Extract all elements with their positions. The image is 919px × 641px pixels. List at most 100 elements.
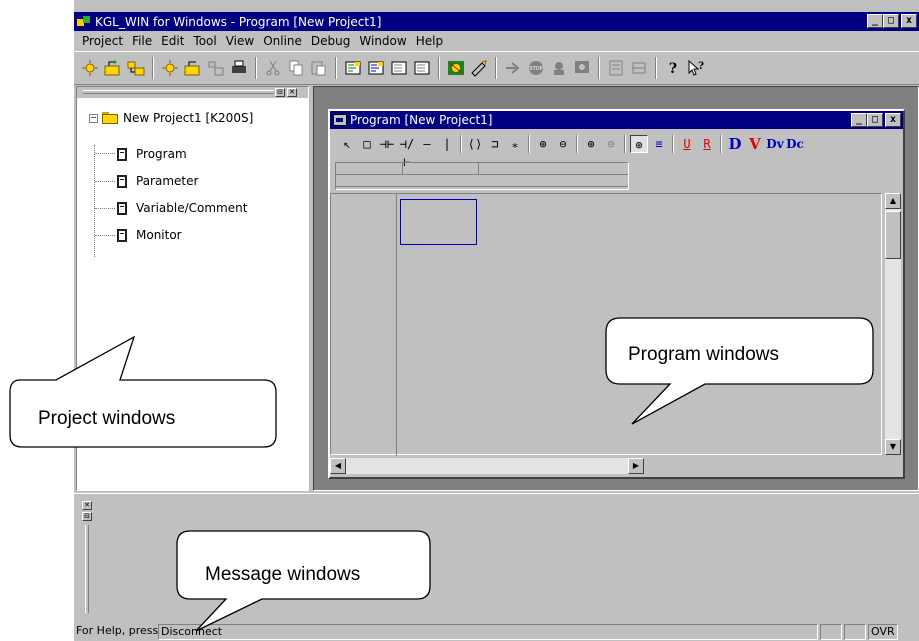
toolbar-separator (576, 135, 578, 153)
contact-no-icon[interactable]: ⊣⊢ (378, 135, 396, 153)
device-icon[interactable]: D (726, 135, 744, 153)
scroll-left-button[interactable]: ◀ (330, 458, 346, 474)
help-icon[interactable]: ? (663, 59, 683, 77)
status-indicator-empty (844, 624, 866, 640)
open-project-icon[interactable] (103, 59, 123, 77)
zoom-in-icon[interactable]: ⊕ (534, 135, 552, 153)
message-panel-grip[interactable]: ✕ ⊟ (82, 501, 94, 615)
toolbar-separator (672, 135, 674, 153)
maximize-button[interactable]: □ (883, 14, 899, 28)
open-file-icon[interactable] (183, 59, 203, 77)
connect-icon[interactable] (446, 59, 466, 77)
document-icon (117, 201, 127, 215)
tree-item-label: Variable/Comment (136, 201, 248, 215)
size-grip[interactable] (900, 624, 918, 640)
minimize-button[interactable]: _ (867, 14, 883, 28)
menu-view[interactable]: View (226, 34, 254, 48)
vertical-line-icon[interactable]: | (438, 135, 456, 153)
pause-icon[interactable] (549, 59, 569, 77)
print-icon[interactable] (229, 59, 249, 77)
toolbar-separator (655, 57, 657, 79)
device-variable-icon[interactable]: Dv (766, 135, 784, 153)
stop-icon[interactable]: STOP (526, 59, 546, 77)
ruler-row (336, 175, 628, 187)
program-close-button[interactable]: x (885, 113, 901, 127)
io-icon[interactable] (606, 59, 626, 77)
close-button[interactable]: x (901, 14, 917, 28)
make-icon[interactable] (389, 59, 409, 77)
vertical-scroll-thumb[interactable] (885, 211, 901, 259)
program-window-icon (333, 114, 347, 126)
contact-nc-icon[interactable]: ⊣/⊢ (398, 135, 416, 169)
new-project-icon[interactable] (80, 59, 100, 77)
cut-icon[interactable] (263, 59, 283, 77)
redo-icon[interactable]: R (698, 135, 716, 153)
ladder-editor-canvas[interactable] (330, 193, 882, 456)
scroll-right-button[interactable]: ▶ (628, 458, 644, 474)
program-window-title-bar[interactable]: Program [New Project1] _ □ x (330, 111, 903, 129)
ladder-view-icon[interactable] (629, 59, 649, 77)
save-project-icon[interactable] (126, 59, 146, 77)
program-minimize-button[interactable]: _ (851, 113, 867, 127)
document-icon (117, 174, 127, 188)
download-icon[interactable] (469, 59, 489, 77)
zoom-out-2-icon[interactable]: ⊖ (602, 135, 620, 153)
menu-debug[interactable]: Debug (311, 34, 350, 48)
scroll-down-button[interactable]: ▼ (885, 439, 901, 455)
status-indicator-empty (820, 624, 842, 640)
program-maximize-button[interactable]: □ (867, 113, 883, 127)
menu-window[interactable]: Window (359, 34, 406, 48)
compile-icon[interactable] (343, 59, 363, 77)
menu-tool[interactable]: Tool (193, 34, 216, 48)
box-tool-icon[interactable]: □ (358, 135, 376, 153)
menu-help[interactable]: Help (416, 34, 443, 48)
monitor-icon[interactable] (572, 59, 592, 77)
horizontal-scrollbar[interactable]: ◀ ▶ (330, 458, 644, 474)
variable-icon[interactable]: V (746, 135, 764, 153)
tree-item-variable-comment[interactable]: Variable/Comment (117, 200, 247, 216)
copy-icon[interactable] (286, 59, 306, 77)
tree-root-label: New Project1 [K200S] (123, 111, 254, 125)
tree-item-parameter[interactable]: Parameter (117, 173, 198, 189)
cell-cursor[interactable] (400, 199, 477, 245)
new-file-icon[interactable] (160, 59, 180, 77)
list-view-icon[interactable]: ≡ (650, 135, 668, 153)
toolbar-separator (335, 57, 337, 79)
tree-item-program[interactable]: Program (117, 146, 187, 162)
run-icon[interactable] (503, 59, 523, 77)
save-file-icon[interactable] (206, 59, 226, 77)
paste-icon[interactable] (309, 59, 329, 77)
select-tool-icon[interactable]: ↖ (338, 135, 356, 153)
vertical-scrollbar[interactable]: ▲ ▼ (885, 193, 901, 455)
invert-icon[interactable]: ⁎ (506, 135, 524, 153)
collapse-icon[interactable]: − (89, 113, 98, 123)
menu-file[interactable]: File (132, 34, 152, 48)
scroll-up-button[interactable]: ▲ (885, 193, 901, 209)
ruler-row (336, 163, 628, 175)
zoom-in-2-icon[interactable]: ⊕ (582, 135, 600, 153)
ruler-tick (402, 163, 403, 175)
menu-online[interactable]: Online (263, 34, 302, 48)
menu-project[interactable]: Project (82, 34, 123, 48)
function-icon[interactable]: ⊐ (486, 135, 504, 153)
coil-icon[interactable]: ⟨⟩ (466, 135, 484, 153)
zoom-fit-icon[interactable]: ⊕ (630, 135, 648, 153)
horizontal-line-icon[interactable]: — (418, 135, 436, 153)
message-restore-button[interactable]: ⊟ (82, 512, 92, 521)
panel-restore-button[interactable]: ⊟ (275, 88, 285, 97)
compile-all-icon[interactable] (366, 59, 386, 77)
undo-icon[interactable]: U (678, 135, 696, 153)
message-close-button[interactable]: ✕ (82, 501, 92, 510)
toolbar-separator (438, 57, 440, 79)
tree-connector (95, 208, 115, 209)
tree-item-monitor[interactable]: Monitor (117, 227, 182, 243)
panel-grip[interactable]: ⊟ ✕ (77, 87, 308, 98)
panel-close-button[interactable]: ✕ (287, 88, 297, 97)
title-bar[interactable]: KGL_WIN for Windows - Program [New Proje… (74, 12, 919, 31)
device-comment-icon[interactable]: Dc (786, 135, 804, 153)
menu-edit[interactable]: Edit (161, 34, 184, 48)
zoom-out-icon[interactable]: ⊖ (554, 135, 572, 153)
build-icon[interactable] (412, 59, 432, 77)
context-help-icon[interactable]: ? (686, 59, 706, 77)
tree-root[interactable]: − New Project1 [K200S] (89, 110, 253, 126)
